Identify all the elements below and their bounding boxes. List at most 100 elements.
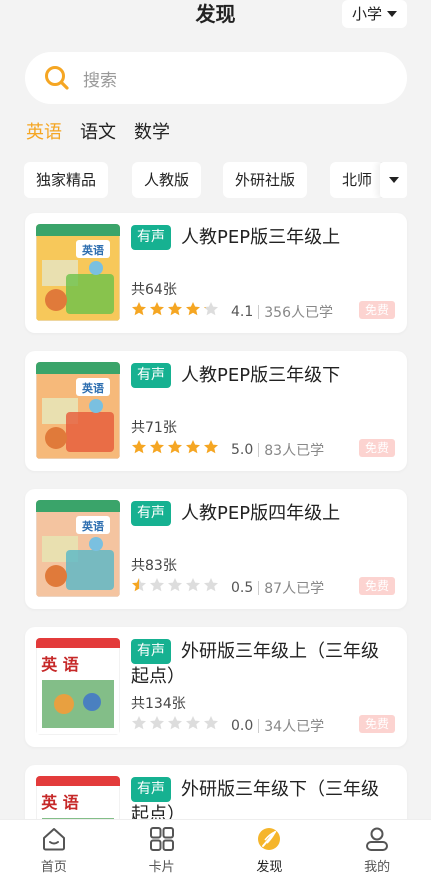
audio-badge: 有声 — [131, 639, 171, 664]
star-empty-icon — [132, 716, 146, 730]
rating-row: 4.1 356人已学 — [231, 302, 333, 322]
star-empty-icon — [168, 578, 182, 592]
free-badge: 免费 — [358, 301, 395, 319]
card-count: 共134张 — [131, 696, 186, 712]
grade-select[interactable]: 小学 — [341, 0, 407, 28]
grade-select-value: 小学 — [351, 5, 382, 23]
star-empty-icon — [186, 716, 200, 730]
header: 发现 小学 — [0, 0, 431, 34]
filter-chip-waiyan[interactable]: 外研社版 — [223, 162, 308, 198]
book-cover-art: 英 语 — [36, 638, 120, 735]
cover-title: 英语 — [81, 381, 104, 395]
filter-expand-button[interactable] — [380, 162, 407, 198]
chevron-down-icon — [388, 177, 399, 183]
star-filled-icon — [132, 440, 146, 454]
free-badge: 免费 — [358, 439, 395, 457]
book-cover: 英语 — [36, 362, 120, 459]
divider — [258, 305, 260, 319]
cover-title: 英 语 — [40, 793, 79, 812]
tab-cards[interactable]: 卡片 — [108, 820, 216, 879]
card-count: 共71张 — [131, 420, 177, 436]
star-filled-icon — [150, 302, 164, 316]
book-cover: 英 语 — [36, 638, 120, 735]
star-filled-icon — [150, 440, 164, 454]
tab-english[interactable]: 英语 — [26, 120, 62, 146]
learner-count: 356人已学 — [264, 305, 333, 321]
filter-chip-renjiao[interactable]: 人教版 — [132, 162, 202, 198]
book-card[interactable]: 英语 人教PEP版四年级上 有声 共83张 0.5 87人已学 免费 — [25, 489, 407, 609]
rating-value: 4.1 — [231, 304, 254, 320]
bottom-tab-bar: 首页 卡片 发现 我的 — [0, 819, 431, 879]
search-icon — [45, 66, 69, 90]
divider — [258, 443, 260, 457]
filter-chip-beishi[interactable]: 北师 — [330, 162, 385, 198]
audio-badge: 有声 — [131, 777, 171, 802]
audio-badge: 有声 — [131, 363, 171, 388]
divider — [258, 581, 260, 595]
tab-discover[interactable]: 发现 — [216, 820, 324, 879]
book-cover: 英语 — [36, 224, 120, 321]
rating-row: 0.5 87人已学 — [231, 578, 324, 598]
star-rating — [131, 715, 219, 731]
star-half-icon — [204, 302, 218, 316]
star-empty-icon — [204, 578, 218, 592]
star-filled-icon — [186, 440, 200, 454]
star-empty-icon — [150, 578, 164, 592]
star-half-icon — [132, 578, 146, 592]
search-placeholder: 搜索 — [83, 70, 117, 91]
audio-badge: 有声 — [131, 501, 171, 526]
tab-label: 我的 — [364, 860, 391, 875]
tab-math[interactable]: 数学 — [134, 120, 170, 146]
subject-tabs: 英语 语文 数学 — [26, 120, 170, 146]
star-empty-icon — [168, 716, 182, 730]
cover-title: 英 语 — [40, 655, 79, 674]
edition-filter-row: 独家精品 人教版 外研社版 北师 — [24, 162, 431, 198]
learner-count: 83人已学 — [264, 443, 325, 459]
book-card[interactable]: 英语 人教PEP版三年级上 有声 共64张 4.1 356人已学 免费 — [25, 213, 407, 333]
caret-down-icon — [387, 11, 397, 17]
book-cover-art: 英语 — [36, 224, 120, 321]
rating-value: 0.0 — [231, 718, 254, 734]
star-filled-icon — [168, 440, 182, 454]
free-badge: 免费 — [358, 715, 395, 733]
book-cover: 英语 — [36, 500, 120, 597]
card-count: 共64张 — [131, 282, 177, 298]
book-card[interactable]: 英 语 外研版三年级上（三年级起点） 有声 共134张 0.0 34人已学 免费 — [25, 627, 407, 747]
tab-profile[interactable]: 我的 — [323, 820, 431, 879]
book-card[interactable]: 英语 人教PEP版三年级下 有声 共71张 5.0 83人已学 免费 — [25, 351, 407, 471]
cards-icon — [149, 827, 174, 851]
learner-count: 87人已学 — [264, 581, 325, 597]
tab-chinese[interactable]: 语文 — [80, 120, 116, 146]
rating-value: 5.0 — [231, 442, 254, 458]
free-badge: 免费 — [358, 577, 395, 595]
rating-row: 0.0 34人已学 — [231, 716, 324, 736]
tab-home[interactable]: 首页 — [0, 820, 108, 879]
tab-label: 发现 — [256, 860, 283, 875]
search-input[interactable]: 搜索 — [25, 52, 407, 104]
star-empty-icon — [186, 578, 200, 592]
rating-row: 5.0 83人已学 — [231, 440, 324, 460]
learner-count: 34人已学 — [264, 719, 325, 735]
star-rating — [131, 301, 219, 317]
cover-title: 英语 — [81, 243, 104, 257]
book-cover-art: 英语 — [36, 500, 120, 597]
rating-value: 0.5 — [231, 580, 254, 596]
home-icon — [42, 828, 65, 851]
discover-icon — [258, 828, 281, 850]
star-filled-icon — [186, 302, 200, 316]
star-filled-icon — [204, 440, 218, 454]
card-count: 共83张 — [131, 558, 177, 574]
star-rating — [131, 577, 219, 593]
star-filled-icon — [168, 302, 182, 316]
filter-chip-exclusive[interactable]: 独家精品 — [24, 162, 109, 198]
tab-label: 首页 — [40, 860, 67, 875]
cover-title: 英语 — [81, 519, 104, 533]
tab-label: 卡片 — [148, 860, 175, 875]
audio-badge: 有声 — [131, 225, 171, 250]
divider — [258, 719, 260, 733]
book-cover-art: 英语 — [36, 362, 120, 459]
star-empty-icon — [150, 716, 164, 730]
star-rating — [131, 439, 219, 455]
star-empty-icon — [204, 716, 218, 730]
profile-icon — [366, 827, 389, 851]
